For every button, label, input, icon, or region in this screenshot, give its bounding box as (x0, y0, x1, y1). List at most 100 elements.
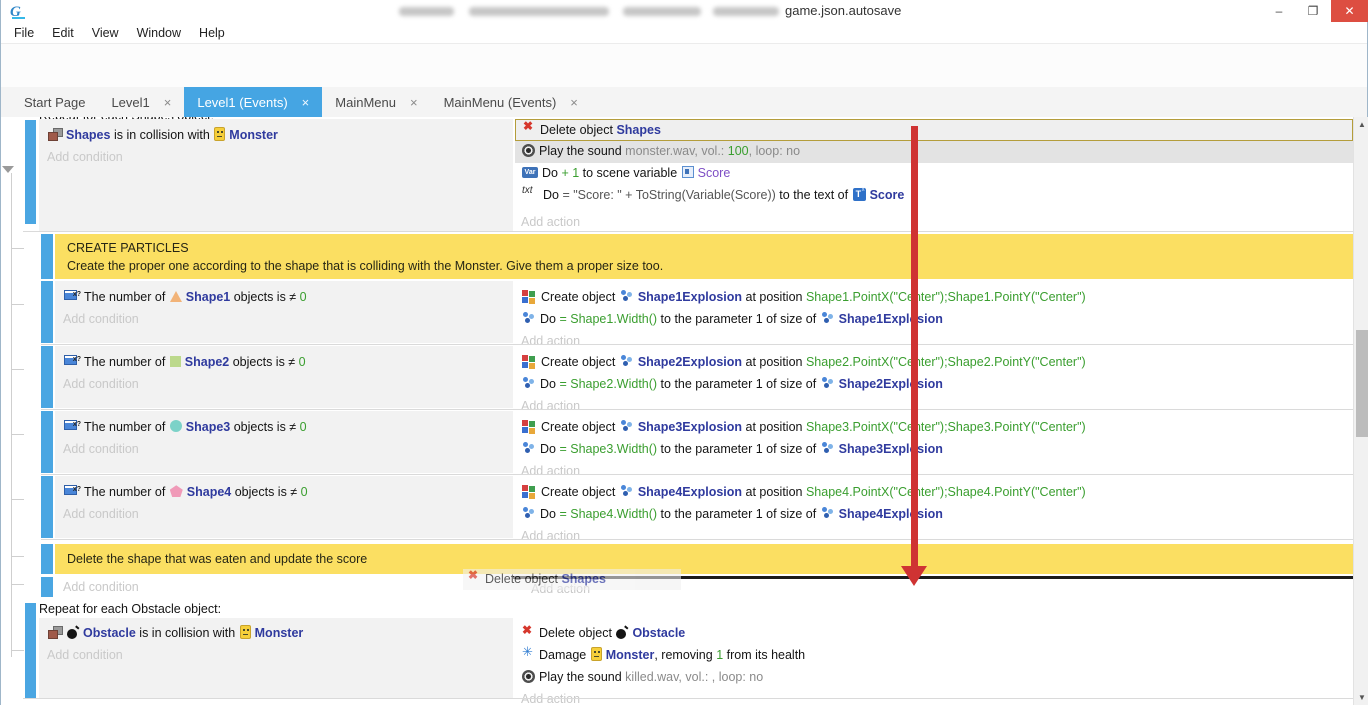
particles-icon (620, 290, 634, 302)
toolbar (1, 44, 1367, 87)
action-row[interactable]: Do = Shape1.Width() to the parameter 1 o… (521, 308, 943, 330)
condition-row[interactable]: Shapes is in collision with Monster (47, 124, 278, 146)
action-row[interactable]: Create object Shape3Explosion at positio… (521, 416, 1086, 438)
menu-help[interactable]: Help (190, 26, 234, 40)
tab-level1[interactable]: Level1× (98, 87, 184, 117)
redacted-title-segment (399, 7, 454, 16)
tab-mainmenu[interactable]: MainMenu× (322, 87, 430, 117)
tree-tick (11, 434, 24, 435)
tab-close-icon[interactable]: × (164, 95, 172, 110)
add-action-link[interactable]: Add action (521, 395, 580, 417)
add-condition-link[interactable]: Add condition (63, 576, 139, 598)
action-row-selected[interactable]: Delete object Shapes (515, 119, 1353, 141)
numof-icon (64, 355, 80, 368)
particles-icon (620, 355, 634, 367)
delete-icon (522, 626, 535, 639)
action-row[interactable]: Do = Shape4.Width() to the parameter 1 o… (521, 503, 943, 525)
add-action-link[interactable]: Add action (521, 688, 580, 705)
create-icon (522, 419, 537, 433)
shape4-icon (170, 485, 183, 497)
event-selection-bar[interactable] (41, 346, 53, 408)
event-separator (23, 231, 1353, 232)
menu-view[interactable]: View (83, 26, 128, 40)
add-condition-link[interactable]: Add condition (63, 308, 139, 330)
vertical-scrollbar[interactable]: ▲ ▼ (1353, 117, 1368, 705)
tab-close-icon[interactable]: × (302, 95, 310, 110)
particles-icon (522, 377, 536, 389)
particles-icon (821, 377, 835, 389)
event-selection-bar[interactable] (25, 120, 36, 224)
condition-row[interactable]: The number of Shape2 objects is ≠ 0 (63, 351, 306, 373)
add-condition-link[interactable]: Add condition (47, 644, 123, 666)
maximize-button[interactable]: ❐ (1297, 0, 1329, 22)
menu-edit[interactable]: Edit (43, 26, 83, 40)
var-icon (522, 167, 538, 178)
event-selection-bar[interactable] (41, 411, 53, 473)
event-selection-bar[interactable] (41, 281, 53, 343)
add-condition-link[interactable]: Add condition (63, 503, 139, 525)
condition-row[interactable]: The number of Shape1 objects is ≠ 0 (63, 286, 307, 308)
event-header[interactable]: Repeat for each Obstacle object: (39, 600, 221, 618)
delete-icon (468, 572, 481, 585)
add-condition-link[interactable]: Add condition (63, 438, 139, 460)
add-action-link[interactable]: Add action (521, 330, 580, 352)
event-selection-bar[interactable] (41, 544, 53, 574)
action-row[interactable]: Do = Shape2.Width() to the parameter 1 o… (521, 373, 943, 395)
event-selection-bar[interactable] (41, 577, 53, 597)
action-row[interactable]: Play the sound killed.wav, vol.: , loop:… (521, 666, 763, 688)
event-separator (41, 409, 1353, 410)
redacted-title-segment (623, 7, 701, 16)
close-button[interactable]: ✕ (1331, 0, 1368, 22)
particles-icon (620, 485, 634, 497)
condition-row[interactable]: The number of Shape4 objects is ≠ 0 (63, 481, 308, 503)
tab-level1-events[interactable]: Level1 (Events)× (184, 87, 322, 117)
action-row[interactable]: Damage Monster, removing 1 from its heal… (521, 644, 805, 666)
action-row[interactable]: Do = Shape3.Width() to the parameter 1 o… (521, 438, 943, 460)
menu-bar: File Edit View Window Help (1, 22, 1367, 44)
tab-mainmenu-events[interactable]: MainMenu (Events)× (431, 87, 591, 117)
menu-window[interactable]: Window (128, 26, 190, 40)
redacted-title-segment (713, 7, 779, 16)
menu-file[interactable]: File (5, 26, 43, 40)
particles-icon (522, 507, 536, 519)
action-row[interactable]: Play the sound monster.wav, vol.: 100, l… (515, 141, 1353, 163)
bomb-icon (616, 626, 628, 639)
action-row[interactable]: Create object Shape2Explosion at positio… (521, 351, 1086, 373)
minimize-button[interactable]: – (1263, 0, 1295, 22)
tree-tick (11, 369, 24, 370)
monster-icon (591, 647, 602, 661)
event-selection-bar[interactable] (25, 603, 36, 698)
numof-icon (64, 420, 80, 433)
tab-close-icon[interactable]: × (410, 95, 418, 110)
action-row[interactable]: Do = "Score: " + ToString(Variable(Score… (515, 185, 1353, 207)
tree-tick (11, 499, 24, 500)
event-selection-bar[interactable] (41, 476, 53, 538)
tree-collapse-icon[interactable] (2, 166, 14, 173)
tab-start-page[interactable]: Start Page (11, 87, 98, 117)
add-action-link[interactable]: Add action (521, 211, 580, 233)
condition-row[interactable]: The number of Shape3 objects is ≠ 0 (63, 416, 307, 438)
txt-icon (522, 188, 539, 200)
add-condition-link[interactable]: Add condition (63, 373, 139, 395)
comment-body: Delete the shape that was eaten and upda… (67, 550, 367, 568)
events-panel: Repeat for each Shapes object: Shapes is… (1, 117, 1368, 705)
shape1-icon (170, 291, 182, 302)
action-row[interactable]: Create object Shape4Explosion at positio… (521, 481, 1086, 503)
bomb-icon (67, 626, 79, 639)
tab-close-icon[interactable]: × (570, 95, 578, 110)
sound-icon (522, 670, 535, 683)
condition-row[interactable]: Obstacle is in collision with Monster (47, 622, 303, 644)
particles-icon (522, 442, 536, 454)
scenevar-icon (682, 166, 694, 178)
scrollbar-thumb[interactable] (1356, 330, 1368, 437)
scroll-down-icon[interactable]: ▼ (1354, 693, 1368, 702)
scroll-up-icon[interactable]: ▲ (1354, 120, 1368, 129)
action-row[interactable]: Create object Shape1Explosion at positio… (521, 286, 1086, 308)
event-selection-bar[interactable] (41, 234, 53, 279)
add-condition-link[interactable]: Add condition (47, 146, 123, 168)
action-row[interactable]: Do + 1 to scene variable Score (515, 163, 1353, 185)
monster-icon (240, 625, 251, 639)
particles-icon (821, 507, 835, 519)
add-action-link[interactable]: Add action (521, 460, 580, 482)
action-row[interactable]: Delete object Obstacle (521, 622, 685, 644)
